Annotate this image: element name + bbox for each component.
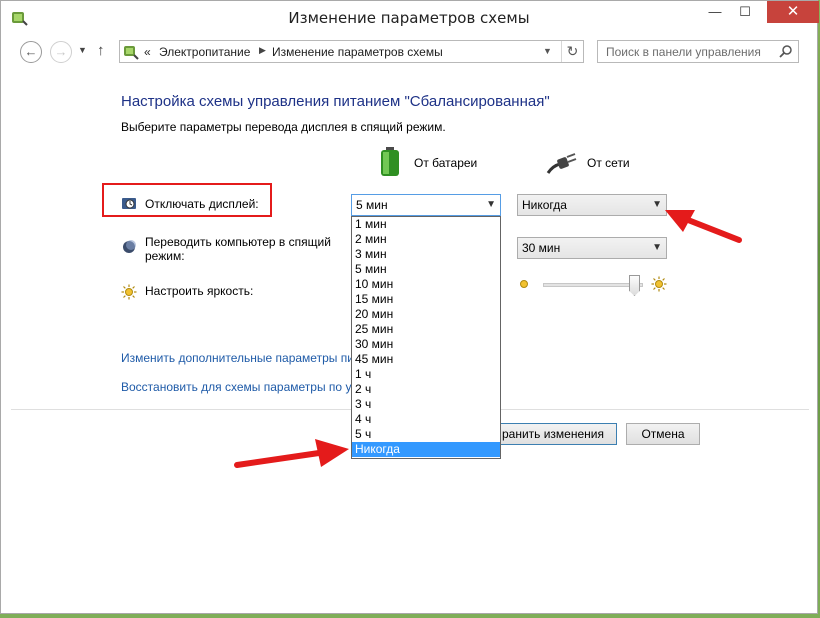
- brightness-sun-icon: [121, 284, 137, 300]
- window-title: Изменение параметров схемы: [288, 9, 530, 27]
- address-bar[interactable]: « Электропитание ▶ Изменение параметров …: [119, 40, 584, 63]
- brightness-label: Настроить яркость:: [145, 284, 254, 298]
- dropdown-option[interactable]: 45 мин: [352, 352, 500, 367]
- sleep-label-line2: режим:: [145, 249, 185, 263]
- display-off-battery-value: 5 мин: [356, 198, 388, 212]
- display-clock-icon: [122, 198, 136, 209]
- dropdown-option[interactable]: 5 мин: [352, 262, 500, 277]
- chevron-down-icon: ▼: [486, 199, 496, 210]
- display-off-ac-select[interactable]: Никогда ▼: [517, 194, 667, 216]
- minimize-button[interactable]: —: [700, 1, 730, 23]
- breadcrumb-edit-plan[interactable]: Изменение параметров схемы: [272, 45, 443, 59]
- dropdown-option[interactable]: 1 ч: [352, 367, 500, 382]
- search-input[interactable]: Поиск в панели управления: [597, 40, 799, 63]
- dropdown-option[interactable]: 30 мин: [352, 337, 500, 352]
- refresh-button[interactable]: ↻: [561, 41, 583, 62]
- save-changes-label: ранить изменения: [501, 427, 604, 441]
- search-placeholder: Поиск в панели управления: [606, 45, 761, 59]
- dropdown-option-highlighted[interactable]: Никогда: [352, 442, 500, 457]
- dropdown-option[interactable]: 25 мин: [352, 322, 500, 337]
- display-off-ac-value: Никогда: [522, 198, 567, 212]
- dropdown-option[interactable]: 20 мин: [352, 307, 500, 322]
- dropdown-option[interactable]: 2 ч: [352, 382, 500, 397]
- breadcrumb-separator-icon[interactable]: ▶: [259, 45, 266, 56]
- advanced-settings-link[interactable]: Изменить дополнительные параметры пи: [121, 351, 351, 365]
- control-panel-icon: [124, 46, 139, 60]
- forward-button[interactable]: →: [50, 41, 72, 63]
- address-dropdown-icon[interactable]: ▼: [543, 46, 552, 56]
- ac-column-label: От сети: [587, 156, 630, 170]
- search-icon[interactable]: [779, 44, 793, 58]
- display-off-dropdown-list[interactable]: 1 мин 2 мин 3 мин 5 мин 10 мин 15 мин 20…: [351, 216, 501, 459]
- save-changes-button[interactable]: ранить изменения: [483, 423, 617, 445]
- dropdown-option[interactable]: 5 ч: [352, 427, 500, 442]
- dropdown-option[interactable]: 15 мин: [352, 292, 500, 307]
- sleep-moon-icon: [123, 240, 136, 253]
- display-off-label: Отключать дисплей:: [145, 197, 259, 211]
- dropdown-option[interactable]: 3 мин: [352, 247, 500, 262]
- sleep-ac-select[interactable]: 30 мин ▼: [517, 237, 667, 259]
- back-button[interactable]: ←: [20, 41, 42, 63]
- recent-locations-chevron-icon[interactable]: ▼: [78, 45, 87, 55]
- brightness-slider-track[interactable]: [543, 283, 643, 287]
- display-off-battery-select[interactable]: 5 мин ▼: [351, 194, 501, 216]
- dropdown-option[interactable]: 1 мин: [352, 217, 500, 232]
- brightness-high-icon: [651, 276, 667, 292]
- breadcrumb-power-options[interactable]: Электропитание: [159, 45, 250, 59]
- dropdown-option[interactable]: 2 мин: [352, 232, 500, 247]
- battery-icon: [381, 147, 399, 176]
- annotation-arrow-icon: [234, 439, 349, 468]
- maximize-button[interactable]: ☐: [730, 1, 760, 23]
- control-panel-window: Изменение параметров схемы — ☐ ✕ ← → ▼ ↑…: [0, 0, 819, 614]
- breadcrumb-overflow[interactable]: «: [144, 45, 151, 59]
- up-button[interactable]: ↑: [97, 42, 105, 59]
- page-title: Настройка схемы управления питанием "Сба…: [121, 93, 550, 110]
- cancel-button[interactable]: Отмена: [626, 423, 700, 445]
- dropdown-option[interactable]: 3 ч: [352, 397, 500, 412]
- restore-defaults-link[interactable]: Восстановить для схемы параметры по ум: [121, 380, 351, 394]
- brightness-slider-thumb[interactable]: [629, 275, 640, 296]
- annotation-arrow-icon: [665, 210, 742, 243]
- sleep-ac-value: 30 мин: [522, 241, 561, 255]
- brightness-low-icon: [520, 280, 528, 288]
- page-subtitle: Выберите параметры перевода дисплея в сп…: [121, 120, 446, 134]
- sleep-label-line1: Переводить компьютер в спящий: [145, 235, 331, 249]
- dropdown-option[interactable]: 4 ч: [352, 412, 500, 427]
- close-button[interactable]: ✕: [767, 1, 819, 23]
- battery-column-label: От батареи: [414, 156, 478, 170]
- power-plug-icon: [546, 153, 577, 174]
- title-bar[interactable]: Изменение параметров схемы — ☐ ✕: [1, 1, 819, 35]
- dropdown-option[interactable]: 10 мин: [352, 277, 500, 292]
